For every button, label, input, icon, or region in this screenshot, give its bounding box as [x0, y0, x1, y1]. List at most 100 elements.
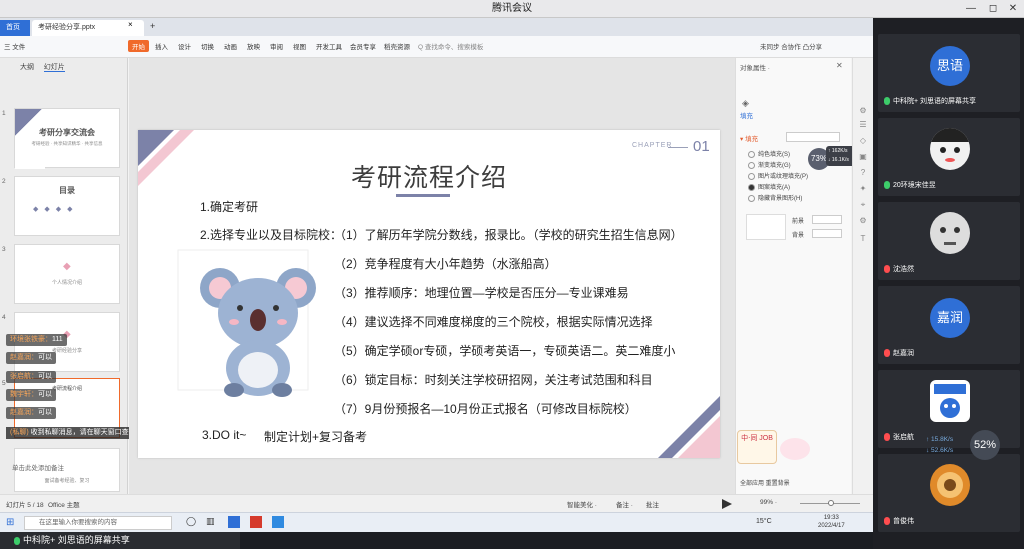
cartoon-face-icon — [930, 128, 970, 162]
taskbar-app-icon[interactable] — [228, 516, 240, 528]
smart-beautify[interactable]: 智能美化 · — [567, 499, 597, 509]
clock-time: 19:33 — [823, 515, 839, 521]
zoom-slider-knob[interactable] — [828, 500, 834, 506]
taskbar-search[interactable]: 在这里输入你要搜索的内容 — [24, 516, 172, 530]
image-icon[interactable]: ▣ — [858, 152, 868, 162]
chat-message: 魏宇轩：可以 — [6, 389, 56, 401]
windows-start-icon[interactable]: ⊞ — [6, 517, 14, 528]
comments-toggle[interactable]: 批注 — [646, 499, 659, 509]
animation-icon[interactable]: ✦ — [858, 184, 868, 194]
menu-docer[interactable]: 稻壳资源 — [384, 41, 410, 51]
slide-canvas-area: CHAPTER 01 考研流程介绍 1.确定考研 2.选择专业以及目标院校： （… — [129, 58, 735, 494]
share-collab-actions[interactable]: 未同步 合协作 凸分享 — [760, 41, 822, 51]
close-tab-icon[interactable]: × — [128, 20, 133, 29]
pattern-preview[interactable] — [746, 214, 786, 240]
presenter-name: 中科院+ 刘思语的屏幕共享 — [23, 535, 130, 545]
participant-label: 曾俊伟 — [893, 518, 914, 525]
slide-thumbnail[interactable]: 考研分享交流会 考研经验 · 共享知识精华 · 共享信息 — [14, 108, 120, 169]
tab-fill[interactable]: 填充 — [740, 110, 753, 120]
layout-icon[interactable]: ☰ — [858, 120, 868, 130]
maximize-button[interactable]: ◻ — [982, 0, 1004, 18]
radio-pattern-fill[interactable]: 图案填充(A) — [748, 182, 790, 191]
slide-line: （3）推荐顺序：地理位置—学校是否压分—专业课难易 — [334, 286, 629, 300]
participant-tile[interactable]: 嘉润 赵嘉润 — [878, 286, 1020, 364]
chat-message: 赵嘉润：可以 — [6, 407, 56, 419]
zoom-level[interactable]: 99% · — [760, 499, 777, 506]
participant-name: 张启航 — [884, 432, 914, 442]
new-tab-button[interactable]: + — [150, 21, 155, 31]
chat-text: 111 — [52, 336, 63, 343]
side-toolbar: ⚙ ☰ ◇ ▣ ? ✦ ⌖ ⚙ T — [852, 58, 873, 494]
play-icon[interactable] — [722, 499, 732, 509]
slide-line: 3.DO it~ — [202, 428, 247, 442]
menu-animation[interactable]: 动画 — [224, 41, 237, 51]
avatar — [930, 212, 970, 254]
chat-message: 张启航：可以 — [6, 371, 56, 383]
foreground-color-select[interactable] — [812, 215, 842, 224]
avatar — [930, 128, 970, 170]
menu-slideshow[interactable]: 放映 — [247, 41, 260, 51]
meeting-app-icon[interactable] — [272, 516, 284, 528]
fill-dropdown[interactable] — [786, 132, 840, 142]
background-color-select[interactable] — [812, 229, 842, 238]
menu-review[interactable]: 审阅 — [270, 41, 283, 51]
thumb-title: 个人情况介绍 — [51, 280, 82, 286]
slide-thumbnail[interactable]: 目录 ◆◆◆◆ — [14, 176, 120, 236]
weather[interactable]: 15°C — [756, 518, 772, 525]
command-search[interactable]: Q 查找命令、搜索模板 — [418, 41, 483, 51]
checkbox-hide-bg[interactable]: 隐藏背景图形(H) — [748, 193, 802, 202]
participant-tile[interactable]: 思语 中科院+ 刘思语的屏幕共享 — [878, 34, 1020, 112]
close-button[interactable]: ✕ — [1002, 0, 1024, 18]
location-icon[interactable]: ⌖ — [858, 200, 868, 210]
participant-name: 20环境宋佳昱 — [884, 180, 936, 190]
menu-design[interactable]: 设计 — [178, 41, 191, 51]
thumb-subtitle: 考研经验 · 共享知识精华 · 共享信息 — [31, 141, 103, 146]
fill-section-header[interactable]: ▾ 填充 — [740, 133, 758, 143]
sticker-pig — [780, 438, 810, 460]
menu-insert[interactable]: 插入 — [155, 41, 168, 51]
radio-picture-fill[interactable]: 图片或纹理填充(P) — [748, 171, 808, 180]
file-menu[interactable]: 三 文件 — [4, 41, 25, 51]
mic-on-icon — [884, 181, 890, 190]
chat-private-tag: (私聊) — [10, 429, 29, 436]
notes-placeholder[interactable]: 单击此处添加备注 — [12, 462, 64, 472]
fill-bucket-icon: ◈ — [742, 98, 749, 108]
tab-slides[interactable]: 幻灯片 — [43, 64, 65, 72]
avatar — [930, 380, 970, 422]
text-icon[interactable]: T — [858, 234, 868, 244]
title-underline — [396, 194, 450, 197]
wps-app-icon[interactable] — [250, 516, 262, 528]
help-icon[interactable]: ? — [858, 168, 868, 178]
participant-tile[interactable]: 沈浩然 — [878, 202, 1020, 280]
menu-view[interactable]: 视图 — [293, 41, 306, 51]
taskbar-app-icon[interactable]: ▥ — [206, 516, 215, 527]
shape-icon[interactable]: ◇ — [858, 136, 868, 146]
settings-icon[interactable]: ⚙ — [858, 216, 868, 226]
participant-name: 沈浩然 — [884, 264, 914, 274]
menu-start[interactable]: 开始 — [128, 40, 149, 52]
close-pane-icon[interactable]: ✕ — [836, 61, 843, 70]
menu-developer[interactable]: 开发工具 — [316, 41, 342, 51]
current-slide[interactable]: CHAPTER 01 考研流程介绍 1.确定考研 2.选择专业以及目标院校： （… — [138, 130, 720, 458]
task-view-icon[interactable]: ◯ — [186, 516, 196, 527]
minimize-button[interactable]: — — [960, 0, 982, 18]
properties-icon[interactable]: ⚙ — [858, 106, 868, 116]
upload-speed: ↑ 162K/s — [828, 148, 848, 154]
slide-title: 考研流程介绍 — [350, 164, 507, 192]
participant-tile[interactable]: 20环境宋佳昱 — [878, 118, 1020, 196]
windows-taskbar: ⊞ 在这里输入你要搜索的内容 ◯ ▥ 15°C 19:33 2022/4/17 — [0, 512, 873, 532]
menu-transition[interactable]: 切换 — [201, 41, 214, 51]
chat-text: 可以 — [38, 409, 52, 416]
participant-tile[interactable]: 曾俊伟 — [878, 454, 1020, 532]
tab-outline[interactable]: 大纲 — [20, 64, 34, 71]
radio-solid-fill[interactable]: 纯色填充(S) — [748, 149, 790, 158]
radio-gradient-fill[interactable]: 渐变填充(G) — [748, 160, 791, 169]
menu-member[interactable]: 会员专享 — [350, 41, 376, 51]
mic-off-icon — [884, 517, 890, 526]
props-footer-actions[interactable]: 全部应用 重置背景 — [740, 478, 790, 487]
slide-thumbnail[interactable]: ◆ 个人情况介绍 — [14, 244, 120, 304]
notes-toggle[interactable]: 备注 · — [616, 499, 633, 509]
chat-text: 可以 — [38, 391, 52, 398]
clock[interactable]: 19:33 2022/4/17 — [818, 514, 845, 530]
tab-home[interactable]: 首页 — [0, 20, 30, 36]
